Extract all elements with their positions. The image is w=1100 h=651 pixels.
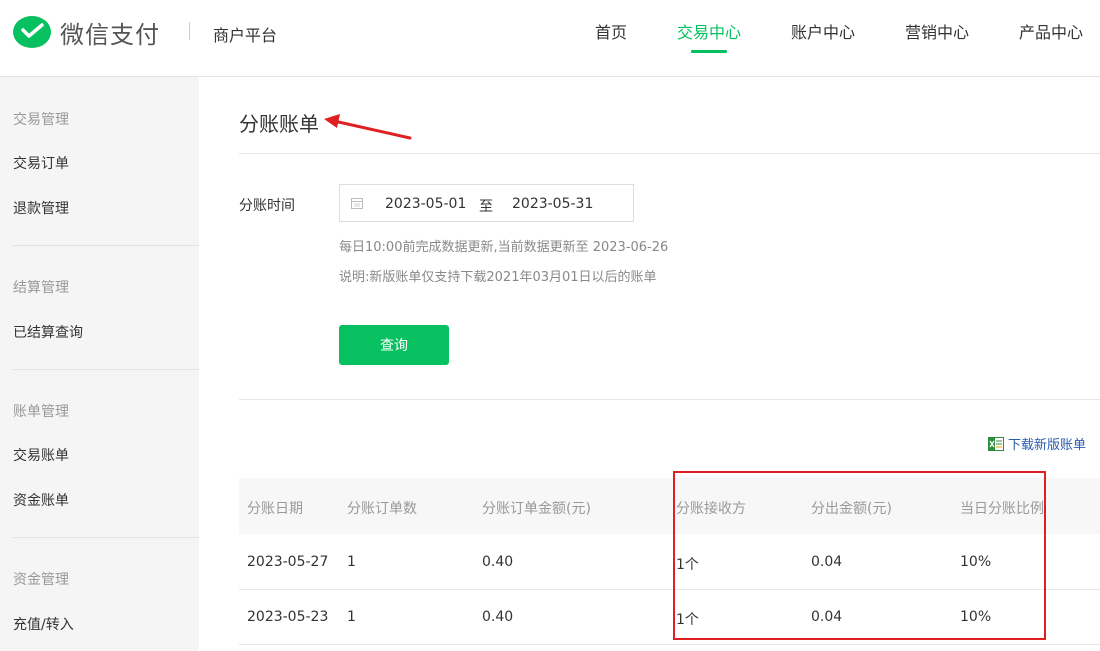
title-divider xyxy=(239,153,1100,154)
section-divider xyxy=(239,399,1100,400)
sidebar-item-settled-query[interactable]: 已结算查询 xyxy=(13,322,83,342)
column-header-date: 分账日期 xyxy=(247,501,303,517)
annotation-arrow-icon xyxy=(324,114,412,140)
sidebar-item-fund-bill[interactable]: 资金账单 xyxy=(13,490,69,510)
table-row: 2023-05-23 1 0.40 1个 0.04 10% xyxy=(239,589,1100,645)
sidebar-item-refund-management[interactable]: 退款管理 xyxy=(13,198,69,218)
sidebar-group-title: 资金管理 xyxy=(13,572,69,588)
cell-split-amount: 0.04 xyxy=(811,609,843,625)
date-range-picker[interactable]: 2023-05-01 至 2023-05-31 xyxy=(339,184,634,222)
cell-daily-ratio: 10% xyxy=(960,609,992,625)
wechat-pay-logo-icon xyxy=(13,16,51,48)
query-button[interactable]: 查询 xyxy=(339,325,449,365)
date-range-separator: 至 xyxy=(479,199,493,215)
download-link-label[interactable]: 下载新版账单 xyxy=(1008,438,1086,453)
brand-name: 微信支付 xyxy=(60,21,160,49)
excel-icon xyxy=(988,437,1004,451)
column-header-order-count: 分账订单数 xyxy=(347,501,417,517)
calendar-icon xyxy=(351,198,363,209)
cell-split-amount: 0.04 xyxy=(811,554,843,570)
nav-marketing-center[interactable]: 营销中心 xyxy=(905,19,969,43)
nav-product-center[interactable]: 产品中心 xyxy=(1019,19,1083,43)
sidebar-divider xyxy=(13,537,199,538)
split-time-label: 分账时间 xyxy=(239,198,295,214)
update-hint: 每日10:00前完成数据更新,当前数据更新至 2023-06-26 xyxy=(339,240,669,255)
sidebar-divider xyxy=(13,369,199,370)
column-header-daily-ratio: 当日分账比例 xyxy=(960,501,1044,517)
cell-order-amount: 0.40 xyxy=(482,609,514,625)
nav-account-center[interactable]: 账户中心 xyxy=(791,19,855,43)
column-header-receiver: 分账接收方 xyxy=(676,501,746,517)
sidebar-item-transaction-orders[interactable]: 交易订单 xyxy=(13,153,69,173)
table-row: 2023-05-27 1 0.40 1个 0.04 10% xyxy=(239,534,1100,590)
table-header: 分账日期 分账订单数 分账订单金额(元) 分账接收方 分出金额(元) 当日分账比… xyxy=(239,478,1100,534)
nav-transaction-center[interactable]: 交易中心 xyxy=(677,19,741,43)
sidebar-divider xyxy=(13,245,199,246)
nav-home[interactable]: 首页 xyxy=(595,19,627,43)
start-date-input[interactable]: 2023-05-01 xyxy=(385,196,466,212)
top-header: 微信支付 商户平台 首页 交易中心 账户中心 营销中心 产品中心 xyxy=(0,0,1100,77)
sidebar-item-transaction-bill[interactable]: 交易账单 xyxy=(13,445,69,465)
cell-receiver[interactable]: 1个 xyxy=(676,554,699,574)
download-new-bill-link[interactable]: 下载新版账单 xyxy=(988,434,1086,453)
download-note: 说明:新版账单仅支持下载2021年03月01日以后的账单 xyxy=(339,270,657,285)
sidebar-group-title: 账单管理 xyxy=(13,404,69,420)
column-header-split-amount: 分出金额(元) xyxy=(811,501,892,517)
column-header-order-amount: 分账订单金额(元) xyxy=(482,501,591,517)
sidebar-group-title: 交易管理 xyxy=(13,112,69,128)
cell-daily-ratio: 10% xyxy=(960,554,992,570)
cell-order-count: 1 xyxy=(347,554,356,570)
cell-date: 2023-05-27 xyxy=(247,554,329,570)
cell-order-count: 1 xyxy=(347,609,356,625)
sidebar: 交易管理 交易订单 退款管理 结算管理 已结算查询 账单管理 交易账单 资金账单… xyxy=(0,77,199,651)
end-date-input[interactable]: 2023-05-31 xyxy=(512,196,593,212)
sidebar-group-title: 结算管理 xyxy=(13,280,69,296)
brand-divider xyxy=(189,22,190,40)
page-title: 分账账单 xyxy=(239,112,319,136)
sidebar-item-recharge-transfer[interactable]: 充值/转入 xyxy=(13,614,74,634)
cell-date: 2023-05-23 xyxy=(247,609,329,625)
cell-receiver[interactable]: 1个 xyxy=(676,609,699,629)
platform-name: 商户平台 xyxy=(213,26,278,45)
cell-order-amount: 0.40 xyxy=(482,554,514,570)
nav-active-indicator xyxy=(691,50,727,53)
